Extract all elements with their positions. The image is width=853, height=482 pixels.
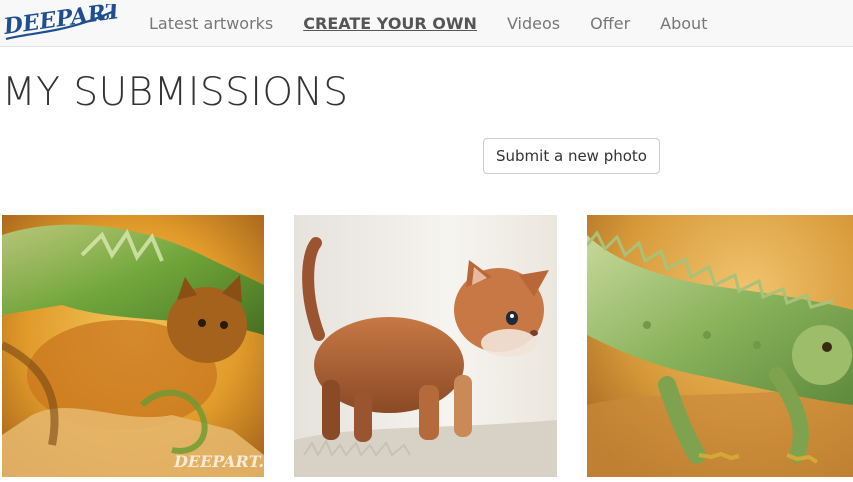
page-title: MY SUBMISSIONS	[2, 70, 349, 115]
kitten-image	[294, 215, 557, 477]
nav-latest-artworks[interactable]: Latest artworks	[134, 14, 288, 33]
nav-create-your-own[interactable]: CREATE YOUR OWN	[288, 14, 492, 33]
nav-menu: Latest artworks CREATE YOUR OWN Videos O…	[134, 0, 722, 47]
nav-offer[interactable]: Offer	[575, 14, 645, 33]
nav-about[interactable]: About	[645, 14, 722, 33]
submit-new-photo-button[interactable]: Submit a new photo	[483, 138, 660, 174]
submission-thumbnail-iguana[interactable]	[587, 215, 853, 477]
nav-videos[interactable]: Videos	[492, 14, 575, 33]
svg-text:.io: .io	[94, 10, 109, 23]
top-navbar: DEEPART .io Latest artworks CREATE YOUR …	[0, 0, 853, 47]
iguana-image	[587, 215, 853, 477]
submission-thumbnail-kitten[interactable]	[294, 215, 557, 477]
deepart-logo[interactable]: DEEPART .io	[2, 4, 118, 44]
watermark-logo: DEEPART.io	[173, 452, 264, 471]
submission-thumbnail-artwork[interactable]: DEEPART.io	[2, 215, 264, 477]
artwork-image: DEEPART.io	[2, 215, 264, 477]
